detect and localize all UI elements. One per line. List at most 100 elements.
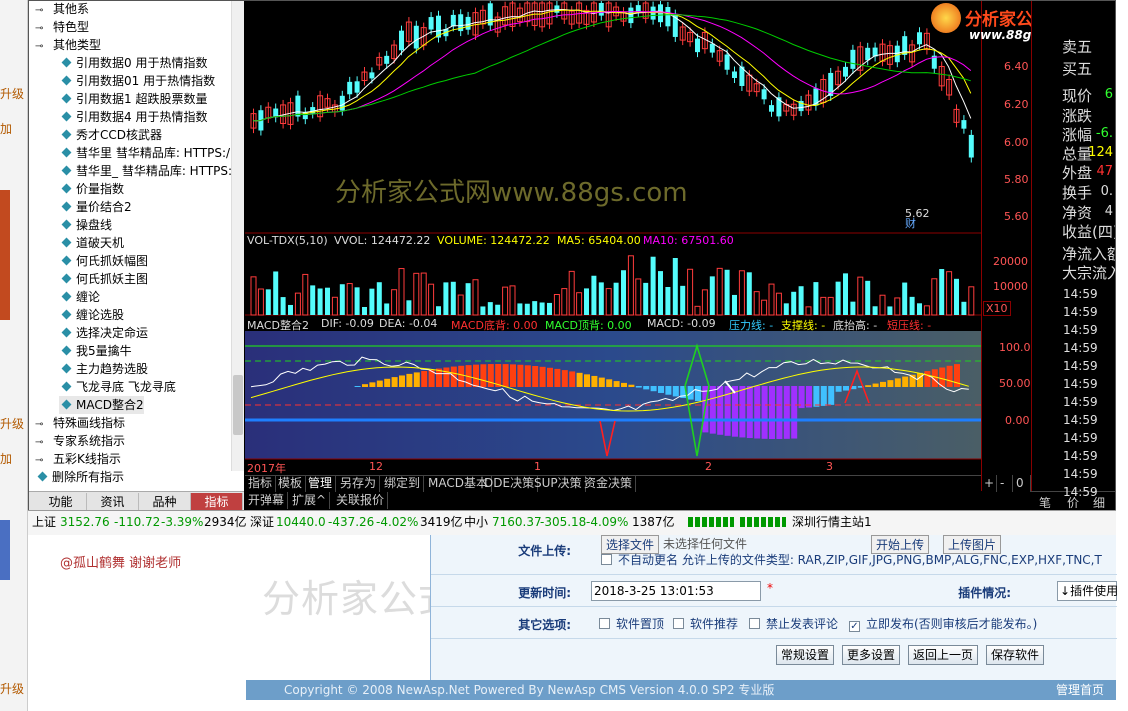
more-settings-button[interactable]: 更多设置 bbox=[842, 645, 900, 665]
tb-bind-to[interactable]: 绑定到 bbox=[381, 475, 425, 492]
tree-item[interactable]: 彗华里 彗华精品库: HTTPS:/ bbox=[59, 144, 230, 162]
opt-recommend[interactable]: 软件推荐 bbox=[673, 615, 738, 632]
plugin-select[interactable]: ↓插件使用 bbox=[1057, 581, 1118, 601]
volume-bar bbox=[902, 282, 908, 315]
tree-item[interactable]: 何氏抓妖主图 bbox=[59, 270, 148, 288]
macd-bar bbox=[761, 386, 768, 439]
tree-item[interactable]: 缠论 bbox=[59, 288, 100, 306]
tb-indicator[interactable]: 指标 bbox=[245, 475, 277, 492]
macd-bar bbox=[672, 386, 679, 397]
tab-indicator[interactable]: 指标 bbox=[191, 493, 243, 511]
tab-trades[interactable]: 笔 bbox=[1039, 494, 1051, 511]
form-row-upload: 文件上传: 选择文件 未选择任何文件 开始上传 上传图片 不自动更名 允许上传的… bbox=[431, 535, 1117, 575]
vol-ma10: MA10: 67501.60 bbox=[643, 234, 734, 247]
tb-danmaku[interactable]: 开弹幕 bbox=[245, 492, 289, 509]
tree-item[interactable]: 引用数据01 用于热情指数 bbox=[59, 72, 215, 90]
tree-item[interactable]: ⊸ 特色型 bbox=[35, 18, 89, 36]
sz-index: 10440.0 bbox=[276, 515, 326, 529]
opt-publish-now[interactable]: ✓ 立即发布(否则审核后才能发布。) bbox=[849, 615, 1037, 632]
macd-bar bbox=[517, 364, 524, 387]
macd-bar bbox=[695, 386, 701, 402]
macd-pressure-line: 压力线: - bbox=[729, 319, 774, 332]
bg-side-add-2[interactable]: 加 bbox=[0, 450, 28, 467]
opt-no-comment[interactable]: 禁止发表评论 bbox=[749, 615, 838, 632]
update-time-input[interactable]: 2018-3-25 13:01:53 bbox=[591, 581, 761, 601]
zoom-in-button[interactable]: + bbox=[981, 475, 997, 492]
bg-side-upgrade-3[interactable]: 升级 bbox=[0, 680, 28, 697]
footer-admin-link[interactable]: 管理首页 bbox=[1056, 680, 1104, 700]
date-12: 12 bbox=[369, 460, 383, 473]
tb-sup[interactable]: SUP决策 bbox=[531, 475, 586, 492]
tick-time: 14:59 bbox=[1063, 377, 1098, 391]
tb-dde[interactable]: DDE决策 bbox=[481, 475, 539, 492]
tree-item[interactable]: ⊸ 其他系 bbox=[35, 1, 89, 18]
tab-variety[interactable]: 品种 bbox=[139, 493, 191, 511]
macd-bar bbox=[458, 365, 465, 387]
macd-bar bbox=[894, 378, 901, 387]
bg-side-upgrade-1[interactable]: 升级 bbox=[0, 85, 28, 102]
tab-function[interactable]: 功能 bbox=[35, 493, 87, 511]
zoom-out-button[interactable]: - bbox=[997, 475, 1013, 492]
quote-label: 涨幅 bbox=[1062, 126, 1093, 144]
tree-item[interactable]: 何氏抓妖幅图 bbox=[59, 252, 148, 270]
tree-item[interactable]: 选择决定命运 bbox=[59, 324, 148, 342]
tree-item[interactable]: 缠论选股 bbox=[59, 306, 124, 324]
tree-item[interactable]: 道破天机 bbox=[59, 234, 124, 252]
tree-item[interactable]: 价量指数 bbox=[59, 180, 124, 198]
tb-expand[interactable]: 扩展^ bbox=[289, 492, 331, 509]
tree-item[interactable]: 引用数据4 用于热情指数 bbox=[59, 108, 207, 126]
volume-bar bbox=[961, 301, 967, 315]
volume-bar bbox=[495, 304, 501, 315]
general-settings-button[interactable]: 常规设置 bbox=[776, 645, 834, 665]
tree-item[interactable]: ⊸ 专家系统指示 bbox=[35, 432, 125, 450]
opt-top[interactable]: 软件置顶 bbox=[599, 615, 664, 632]
volume-bar bbox=[621, 270, 626, 315]
volume-bar bbox=[354, 287, 360, 315]
tree-item[interactable]: 删除所有指示 bbox=[35, 468, 124, 486]
tree-item[interactable]: 飞龙寻底 飞龙寻底 bbox=[59, 378, 176, 396]
tab-news[interactable]: 资讯 bbox=[87, 493, 139, 511]
tb-manage[interactable]: 管理 bbox=[305, 475, 337, 492]
tree-scroll-thumb[interactable] bbox=[233, 375, 243, 435]
tick-time: 14:59 bbox=[1063, 485, 1098, 499]
macd-value: MACD: -0.09 bbox=[647, 317, 716, 330]
volume-bar bbox=[273, 271, 279, 315]
update-time-label: 更新时间: bbox=[518, 586, 571, 600]
rename-checkbox[interactable] bbox=[601, 554, 612, 565]
bg-side-add-1[interactable]: 加 bbox=[0, 120, 28, 137]
tb-save-as[interactable]: 另存为 bbox=[337, 475, 381, 492]
tree-item[interactable]: 秀才CCD核武器 bbox=[59, 126, 162, 144]
tree-item[interactable]: 操盘线 bbox=[59, 216, 112, 234]
diamond-icon bbox=[61, 381, 72, 392]
tree-item[interactable]: 主力趋势选股 bbox=[59, 360, 148, 378]
back-button[interactable]: 返回上一页 bbox=[908, 645, 978, 665]
macd-bar bbox=[635, 386, 642, 388]
tb-capital[interactable]: 资金决策 bbox=[581, 475, 637, 492]
quote-label: 收益(四) bbox=[1062, 223, 1116, 241]
tb-related-quote[interactable]: 关联报价 bbox=[333, 492, 389, 509]
tree-scrollbar[interactable] bbox=[231, 1, 244, 471]
tree-item[interactable]: 引用数据0 用于热情指数 bbox=[59, 54, 207, 72]
volume-bar bbox=[317, 288, 323, 315]
tree-item[interactable]: 彗华里_ 彗华精品库: HTTPS: bbox=[59, 162, 232, 180]
vol-indicator-name: VOL-TDX(5,10) bbox=[247, 234, 328, 247]
zoom-reset-button[interactable]: 0 bbox=[1013, 475, 1031, 492]
macd-bar bbox=[806, 386, 812, 408]
tree-item[interactable]: 量价结合2 bbox=[59, 198, 132, 216]
tree-item[interactable]: MACD整合2 bbox=[59, 396, 144, 414]
quote-label: 外盘 bbox=[1062, 164, 1093, 182]
sz-label: 深证 bbox=[250, 515, 275, 529]
bg-thumbnail-image-2 bbox=[0, 520, 10, 580]
tree-item[interactable]: ⊸ 其他类型 bbox=[35, 36, 101, 54]
bg-side-upgrade-2[interactable]: 升级 bbox=[0, 415, 28, 432]
rename-option[interactable]: 不自动更名 允许上传的文件类型: RAR,ZIP,GIF,JPG,PNG,BMP… bbox=[601, 551, 1102, 568]
tb-template[interactable]: 模板 bbox=[275, 475, 307, 492]
tree-item[interactable]: 引用数据1 超跌股票数量 bbox=[59, 90, 207, 108]
volume-bar bbox=[339, 284, 345, 315]
tree-item[interactable]: ⊸ 五彩K线指示 bbox=[35, 450, 121, 468]
diamond-icon bbox=[61, 291, 72, 302]
save-software-button[interactable]: 保存软件 bbox=[986, 645, 1044, 665]
tree-item[interactable]: 我5量擒牛 bbox=[59, 342, 132, 360]
market-station[interactable]: 深圳行情主站1 bbox=[792, 511, 872, 533]
tree-item[interactable]: ⊸ 特殊画线指标 bbox=[35, 414, 125, 432]
